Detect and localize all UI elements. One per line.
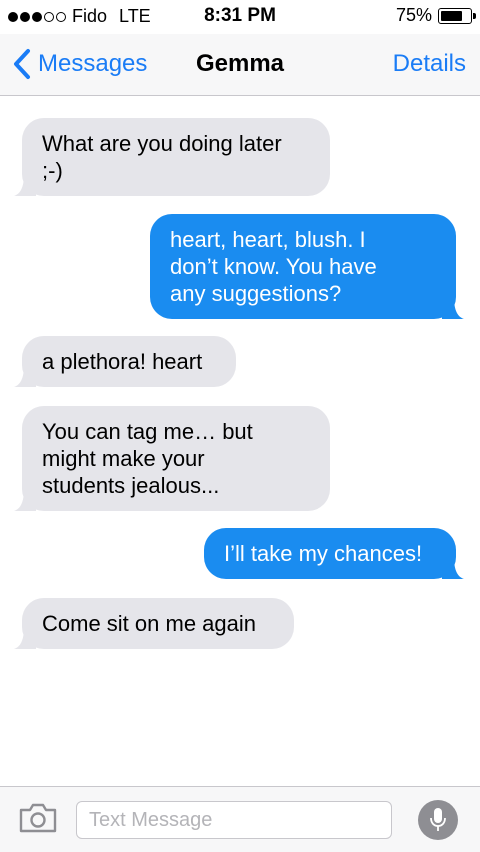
bubble-tail [442,297,464,319]
message-line: any suggestions? [170,281,342,306]
message-line: don’t know. You have [170,254,377,279]
camera-icon[interactable] [18,802,58,834]
details-button[interactable]: Details [393,50,466,78]
bubble-tail [14,365,36,387]
message-bubble-outgoing[interactable]: I’ll take my chances! [204,528,464,579]
message-bubble-incoming[interactable]: What are you doing later ;-) [14,118,330,196]
message-text: What are you doing later ;-) [42,130,310,184]
battery-percent: 75% [395,5,432,25]
status-bar: Fido LTE 8:31 PM 75% [0,0,480,34]
message-thread[interactable]: What are you doing later ;-) heart, hear… [0,96,480,786]
bubble-tail [442,557,464,579]
battery-nub [473,12,476,19]
message-text: a plethora! heart [42,348,216,375]
message-line: I’ll take my chances! [224,541,423,566]
message-text: heart, heart, blush. I don’t know. You h… [170,226,436,307]
bubble-tail [14,174,36,196]
microphone-icon [430,808,446,831]
message-bubble-incoming[interactable]: a plethora! heart [14,336,236,387]
bubble-tail [14,489,36,511]
bubble-tail [14,627,36,649]
navigation-bar: Messages Gemma Details [0,34,480,96]
message-line: a plethora! heart [42,349,203,374]
message-line: students jealous... [42,473,220,498]
message-text: You can tag me… but might make your stud… [42,418,310,499]
status-right: 75% [395,5,476,26]
message-input-bar [0,786,480,852]
message-line: might make your [42,446,205,471]
message-text: Come sit on me again [42,610,274,637]
battery-fill [441,10,462,21]
message-text-field[interactable] [76,801,392,839]
battery-icon [438,7,476,24]
message-bubble-incoming[interactable]: Come sit on me again [14,598,294,649]
message-bubble-incoming[interactable]: You can tag me… but might make your stud… [14,406,330,511]
message-bubble-outgoing[interactable]: heart, heart, blush. I don’t know. You h… [150,214,464,319]
message-line: ;-) [42,158,63,183]
message-line: You can tag me… but [42,419,253,444]
message-line: Come sit on me again [42,611,256,636]
message-text: I’ll take my chances! [224,540,436,567]
message-line: What are you doing later [42,131,282,156]
microphone-button[interactable] [418,800,458,840]
message-line: heart, heart, blush. I [170,227,366,252]
